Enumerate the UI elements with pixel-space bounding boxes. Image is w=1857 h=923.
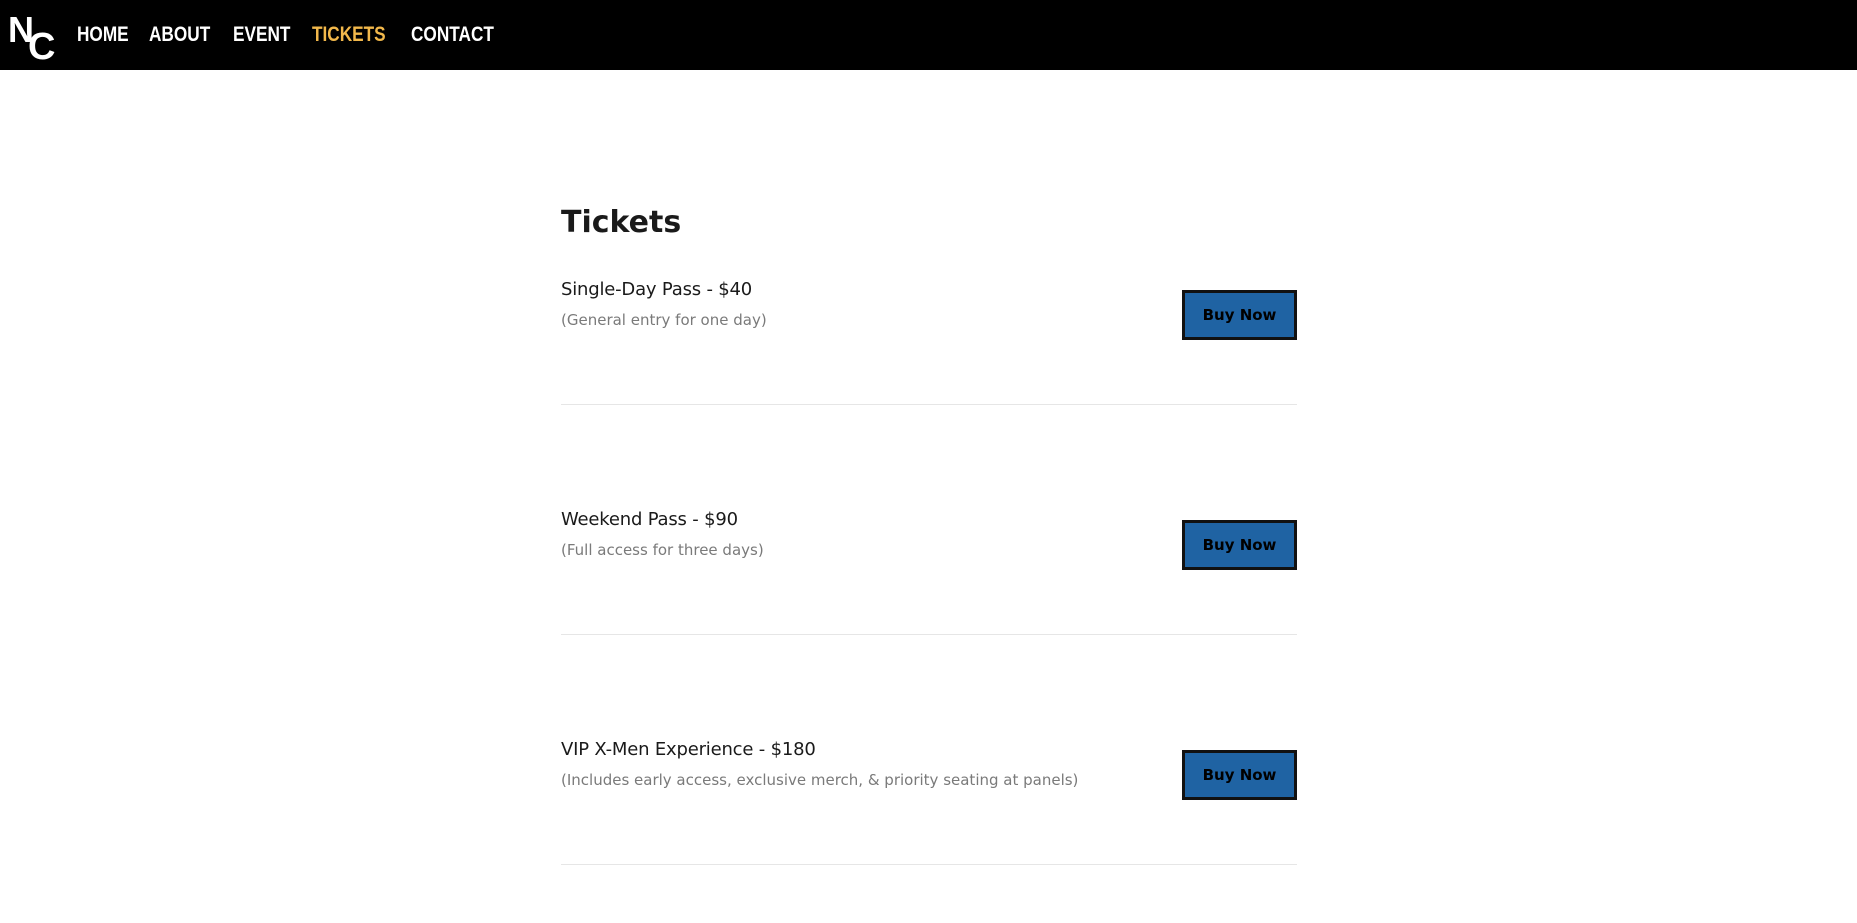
ticket-name: Weekend Pass - $90 — [561, 509, 738, 530]
ticket-description: (Includes early access, exclusive merch,… — [561, 771, 1079, 789]
nav-link-about[interactable]: ABOUT — [149, 23, 210, 47]
buy-now-button-single-day[interactable]: Buy Now — [1182, 290, 1297, 340]
nav-link-tickets[interactable]: TICKETS — [312, 23, 386, 47]
nav-link-contact[interactable]: CONTACT — [411, 23, 494, 47]
ticket-description: (General entry for one day) — [561, 311, 767, 329]
page-title: Tickets — [561, 205, 682, 240]
main-nav: HOME ABOUT EVENT TICKETS CONTACT — [77, 23, 504, 47]
buy-now-button-weekend[interactable]: Buy Now — [1182, 520, 1297, 570]
ticket-item-vip: VIP X-Men Experience - $180 (Includes ea… — [561, 738, 1297, 865]
nav-link-event[interactable]: EVENT — [233, 23, 290, 47]
ticket-name: Single-Day Pass - $40 — [561, 279, 753, 300]
logo-letter-c: C — [28, 26, 56, 68]
buy-now-button-vip[interactable]: Buy Now — [1182, 750, 1297, 800]
ticket-item-weekend: Weekend Pass - $90 (Full access for thre… — [561, 508, 1297, 635]
site-logo[interactable]: N C — [8, 10, 58, 67]
top-navbar: N C HOME ABOUT EVENT TICKETS CONTACT — [0, 0, 1857, 70]
ticket-name: VIP X-Men Experience - $180 — [561, 739, 816, 760]
nav-link-home[interactable]: HOME — [77, 23, 129, 47]
ticket-list: Single-Day Pass - $40 (General entry for… — [561, 278, 1297, 865]
ticket-item-single-day: Single-Day Pass - $40 (General entry for… — [561, 278, 1297, 405]
tickets-section: Tickets Single-Day Pass - $40 (General e… — [561, 200, 1297, 865]
ticket-description: (Full access for three days) — [561, 541, 764, 559]
